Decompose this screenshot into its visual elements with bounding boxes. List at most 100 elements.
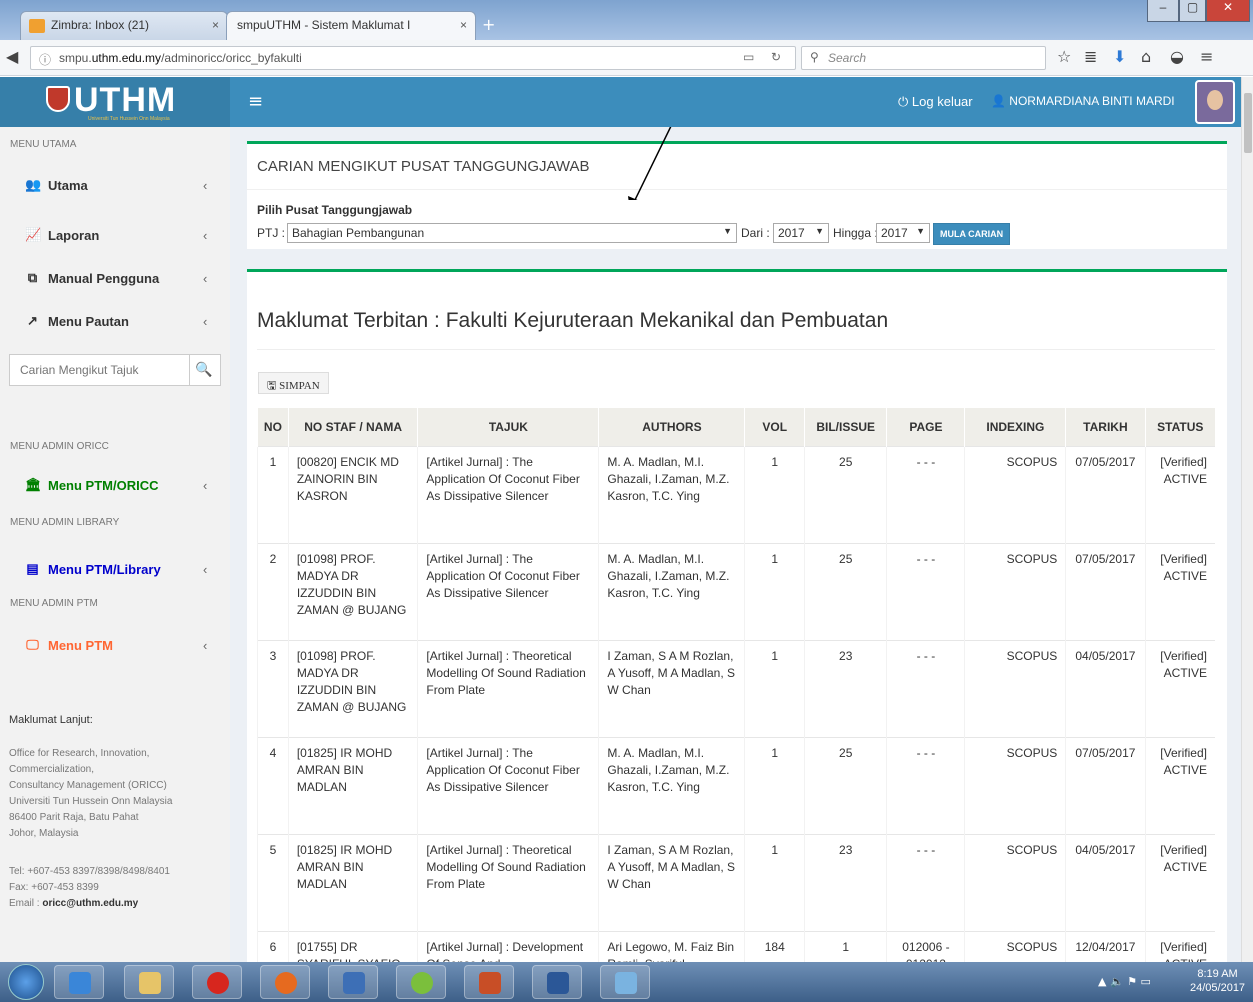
menu-icon[interactable]: ≡ [1200, 47, 1213, 66]
email-link[interactable]: oricc@uthm.edu.my [42, 898, 138, 909]
url-bar[interactable]: ⓘ smpu.uthm.edu.my/adminoricc/oricc_byfa… [30, 46, 796, 70]
info-icon[interactable]: ⓘ [39, 51, 51, 68]
close-button[interactable]: ✕ [1206, 0, 1250, 22]
cell-tajuk: [Artikel Jurnal] : The Application Of Co… [417, 445, 599, 543]
menu-toggle-icon[interactable]: ≡ [248, 91, 263, 112]
scrollbar-thumb[interactable] [1244, 93, 1252, 153]
tab-zimbra[interactable]: Zimbra: Inbox (21) × [20, 11, 228, 40]
users-icon: 👥 [25, 177, 42, 192]
uthm-logo[interactable]: UTHM Universiti Tun Hussein Onn Malaysia [0, 77, 230, 127]
cell-indexing: SCOPUS [964, 445, 1066, 543]
admin-ptm-header: MENU ADMIN PTM [10, 598, 98, 609]
line-chart-icon: 📈 [25, 227, 42, 242]
reader-icon[interactable]: ▭ [743, 50, 754, 64]
sidebar-item-pautan[interactable]: ↗ Menu Pautan ‹ [0, 306, 230, 336]
cell-issue: 1 [804, 930, 887, 962]
taskbar-explorer[interactable] [124, 965, 174, 999]
cell-vol: 1 [744, 833, 805, 931]
table-row: 6[01755] DR SYARIFUL SYAFIQ[Artikel Jurn… [257, 930, 1215, 962]
taskbar-paint[interactable] [600, 965, 650, 999]
taskbar-powerpoint[interactable] [464, 965, 514, 999]
ptj-select[interactable]: Bahagian Pembangunan ▼ [287, 223, 737, 243]
home-icon[interactable]: ⌂ [1141, 47, 1151, 66]
cell-status: [Verified] ACTIVE [1144, 542, 1215, 640]
search-row: PTJ : [257, 226, 285, 240]
logout-label: Log keluar [911, 94, 973, 109]
tab-smpu[interactable]: smpuUTHM - Sistem Maklumat I × [226, 11, 476, 40]
cell-nama: [01825] IR MOHD AMRAN BIN MADLAN [287, 833, 418, 931]
bank-icon: 🏛 [25, 477, 42, 492]
cell-page: - - - [886, 639, 965, 737]
page-scrollbar[interactable] [1241, 77, 1253, 962]
minimize-button[interactable]: – [1147, 0, 1179, 22]
cell-status: [Verified] ACTIVE [1144, 736, 1215, 834]
ptj-label: PTJ : [257, 226, 286, 240]
search-input[interactable]: ⚲ Search [801, 46, 1046, 70]
taskbar-firefox[interactable] [260, 965, 310, 999]
copy-icon: ⧉ [27, 270, 38, 285]
user-menu[interactable]: 👤 NORMARDIANA BINTI MARDI [991, 94, 1175, 108]
taskbar: ▲ 🔈 ⚑ ▭ 8:19 AM 24/05/2017 [0, 962, 1253, 1002]
cell-indexing: SCOPUS [964, 542, 1066, 640]
cell-tarikh: 04/05/2017 [1065, 833, 1146, 931]
cell-issue: 23 [804, 639, 887, 737]
pocket-icon[interactable]: ◒ [1170, 47, 1184, 66]
sidebar-item-ptm[interactable]: 🖵 Menu PTM ‹ [0, 630, 230, 660]
info-email: Email : oricc@uthm.edu.my [9, 896, 170, 912]
download-icon[interactable]: ⬇ [1113, 47, 1126, 66]
cell-authors: M. A. Madlan, M.I. Ghazali, I.Zaman, M.Z… [598, 542, 745, 640]
taskbar-opera[interactable] [192, 965, 242, 999]
tab-close-icon[interactable]: × [460, 18, 467, 32]
bookmark-star-icon[interactable]: ☆ [1057, 47, 1071, 66]
cell-authors: Ari Legowo, M. Faiz Bin Ramli, Syariful [598, 930, 745, 962]
sidebar-item-laporan[interactable]: 📈 Laporan ‹ [0, 220, 230, 250]
sidebar-item-label: Menu PTM/ORICC [48, 478, 159, 493]
info-line: Consultancy Management (ORICC) [9, 780, 167, 791]
taskbar-frog-app[interactable] [396, 965, 446, 999]
column-header: BIL/ISSUE [804, 408, 887, 446]
clock[interactable]: 8:19 AM 24/05/2017 [1190, 967, 1245, 995]
maximize-button[interactable]: ▢ [1179, 0, 1206, 22]
cell-tarikh: 07/05/2017 [1065, 736, 1146, 834]
hingga-select[interactable]: 2017 ▼ [876, 223, 930, 243]
back-icon[interactable]: ◀ [6, 47, 18, 66]
tab-bar: Zimbra: Inbox (21) × smpuUTHM - Sistem M… [0, 0, 1253, 40]
table-header-row: NO NO STAF / NAMA TAJUK AUTHORS VOL BIL/… [257, 408, 1215, 446]
hingga-value: 2017 [881, 226, 908, 240]
sidebar-item-ptm-library[interactable]: ▤ Menu PTM/Library ‹ [0, 554, 230, 584]
user-name: NORMARDIANA BINTI MARDI [1009, 94, 1175, 108]
sidebar-item-utama[interactable]: 👥 Utama ‹ [0, 170, 230, 200]
cell-status: [Verified] ACTIVE [1144, 930, 1215, 962]
column-header: AUTHORS [598, 408, 745, 446]
search-icon[interactable]: 🔍 [195, 361, 212, 378]
taskbar-virtualbox[interactable] [328, 965, 378, 999]
mula-carian-button[interactable]: MULA CARIAN [933, 223, 1011, 245]
tray-icons[interactable]: ▲ 🔈 ⚑ ▭ [1098, 975, 1151, 988]
title-search-input[interactable] [10, 355, 190, 385]
bookmarks-list-icon[interactable]: ≣ [1084, 47, 1097, 66]
new-tab-button[interactable]: + [482, 15, 495, 34]
column-header: NO [257, 408, 289, 446]
start-button[interactable] [8, 964, 44, 1000]
ptj-heading: Pilih Pusat Tanggungjawab [257, 203, 413, 217]
tab-label: Zimbra: Inbox (21) [51, 18, 150, 32]
cell-authors: M. A. Madlan, M.I. Ghazali, I.Zaman, M.Z… [598, 736, 745, 834]
taskbar-word[interactable] [532, 965, 582, 999]
cell-no: 3 [257, 639, 289, 737]
reload-icon[interactable]: ↻ [771, 50, 781, 64]
logout-link[interactable]: ⏻ Log keluar [898, 94, 973, 110]
sidebar-item-manual[interactable]: ⧉ Manual Pengguna ‹ [0, 263, 230, 293]
simpan-button[interactable]: 🖫 SIMPAN [258, 372, 329, 394]
sidebar-item-ptm-oricc[interactable]: 🏛 Menu PTM/ORICC ‹ [0, 470, 230, 500]
info-line: 86400 Parit Raja, Batu Pahat [9, 812, 139, 823]
cell-authors: M. A. Madlan, M.I. Ghazali, I.Zaman, M.Z… [598, 445, 745, 543]
tab-close-icon[interactable]: × [212, 18, 219, 32]
dari-select[interactable]: 2017 ▼ [773, 223, 829, 243]
email-label: Email : [9, 898, 43, 909]
taskbar-ie[interactable] [54, 965, 104, 999]
cell-nama: [00820] ENCIK MD ZAINORIN BIN KASRON [287, 445, 418, 543]
avatar[interactable] [1195, 80, 1235, 124]
hingga-label: Hingga : [833, 226, 878, 240]
cell-tarikh: 07/05/2017 [1065, 542, 1146, 640]
info-contact: Tel: +607-453 8397/8398/8498/8401 Fax: +… [9, 864, 170, 912]
